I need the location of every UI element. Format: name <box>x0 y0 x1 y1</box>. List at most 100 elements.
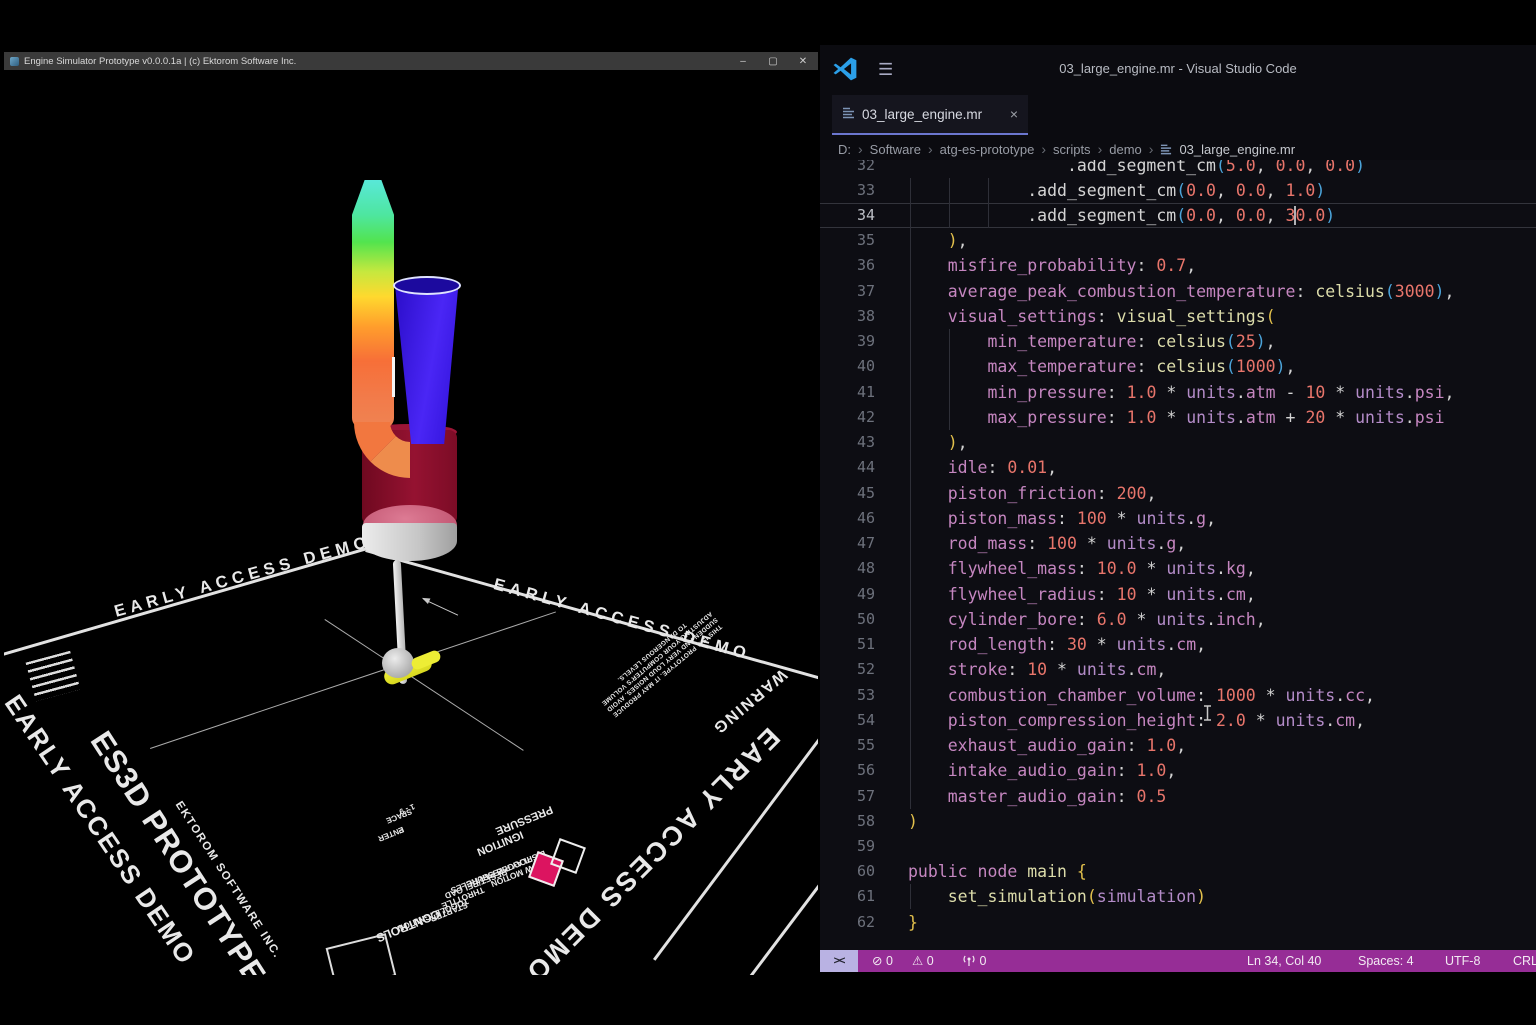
code-line[interactable]: 60public node main { <box>820 859 1536 884</box>
code-line[interactable]: 47 rod_mass: 100 * units.g, <box>820 531 1536 556</box>
line-number: 45 <box>820 481 875 506</box>
status-bar[interactable]: >< ⊘ 0 ⚠ 0 0 Ln 34, Col 40 Spaces: 4 UTF… <box>820 950 1536 972</box>
breadcrumb-item[interactable]: scripts <box>1053 142 1091 157</box>
line-number: 36 <box>820 253 875 278</box>
intake-funnel <box>394 282 460 444</box>
exhaust-pipe-thermal <box>352 180 394 428</box>
code-line[interactable]: 39 min_temperature: celsius(25), <box>820 329 1536 354</box>
floor-warning-title: WARNING <box>708 665 790 737</box>
engine-title: Engine Simulator Prototype v0.0.0.1a | (… <box>24 56 728 67</box>
code-editor[interactable]: 32 .add_segment_cm(5.0, 0.0, 0.0)33 .add… <box>820 160 1536 950</box>
line-number: 52 <box>820 657 875 682</box>
line-number: 32 <box>820 160 875 178</box>
remote-indicator[interactable]: >< <box>820 950 858 972</box>
line-number: 37 <box>820 279 875 304</box>
code-line[interactable]: 53 combustion_chamber_volume: 1000 * uni… <box>820 683 1536 708</box>
code-line[interactable]: 54 piston_compression_height: 2.0 * unit… <box>820 708 1536 733</box>
file-icon <box>842 106 855 122</box>
code-line[interactable]: 42 max_pressure: 1.0 * units.atm + 20 * … <box>820 405 1536 430</box>
code-line[interactable]: 61 set_simulation(simulation) <box>820 884 1536 909</box>
line-number: 49 <box>820 582 875 607</box>
eol-indicator[interactable]: CRLF <box>1513 950 1536 972</box>
code-line[interactable]: 52 stroke: 10 * units.cm, <box>820 657 1536 682</box>
code-line[interactable]: 48 flywheel_mass: 10.0 * units.kg, <box>820 556 1536 581</box>
code-line[interactable]: 32 .add_segment_cm(5.0, 0.0, 0.0) <box>820 160 1536 178</box>
code-line[interactable]: 35 ), <box>820 228 1536 253</box>
line-number: 38 <box>820 304 875 329</box>
floor-axis-arrow-icon <box>422 596 459 617</box>
code-line[interactable]: 34 .add_segment_cm(0.0, 0.0, 30.0) <box>820 203 1536 228</box>
problems-warnings[interactable]: ⚠ 0 <box>912 950 934 972</box>
code-line[interactable]: 50 cylinder_bore: 6.0 * units.inch, <box>820 607 1536 632</box>
line-number: 60 <box>820 859 875 884</box>
code-line[interactable]: 55 exhaust_audio_gain: 1.0, <box>820 733 1536 758</box>
line-number: 58 <box>820 809 875 834</box>
problems-errors[interactable]: ⊘ 0 <box>872 950 893 972</box>
rod-big-end <box>382 648 414 678</box>
tab-label: 03_large_engine.mr <box>862 107 982 122</box>
indent-guide <box>988 178 989 228</box>
pressure-label: PRESSURE <box>494 803 555 837</box>
indentation-indicator[interactable]: Spaces: 4 <box>1358 950 1414 972</box>
line-number: 40 <box>820 354 875 379</box>
close-button[interactable]: ✕ <box>788 56 818 67</box>
breadcrumb-item[interactable]: D: <box>838 142 851 157</box>
crankcase-cylinder <box>362 523 457 561</box>
code-line[interactable]: 37 average_peak_combustion_temperature: … <box>820 279 1536 304</box>
breadcrumb[interactable]: D: › Software › atg-es-prototype › scrip… <box>838 137 1295 161</box>
file-icon <box>1160 143 1172 158</box>
engine-simulator-window: Engine Simulator Prototype v0.0.0.1a | (… <box>4 52 818 975</box>
engine-app-icon <box>10 57 19 66</box>
chevron-right-icon: › <box>1098 141 1103 157</box>
line-number: 43 <box>820 430 875 455</box>
tab-close-icon[interactable]: × <box>1010 106 1018 122</box>
line-number: 47 <box>820 531 875 556</box>
floor-axis-line <box>324 619 523 751</box>
code-line[interactable]: 44 idle: 0.01, <box>820 455 1536 480</box>
line-number: 48 <box>820 556 875 581</box>
intake-funnel-rim <box>393 276 461 295</box>
tab-bar[interactable]: 03_large_engine.mr × <box>820 95 1536 135</box>
code-line[interactable]: 57 master_audio_gain: 0.5 <box>820 784 1536 809</box>
ports-forwarded[interactable]: 0 <box>962 950 986 972</box>
mouse-ibeam-cursor <box>1202 705 1213 725</box>
line-col-indicator[interactable]: Ln 34, Col 40 <box>1247 950 1321 972</box>
encoding-indicator[interactable]: UTF-8 <box>1445 950 1480 972</box>
code-line[interactable]: 45 piston_friction: 200, <box>820 481 1536 506</box>
code-line[interactable]: 46 piston_mass: 100 * units.g, <box>820 506 1536 531</box>
minimize-button[interactable]: – <box>728 56 758 67</box>
indent-guide <box>949 329 950 430</box>
chevron-right-icon: › <box>1149 141 1154 157</box>
engine-titlebar[interactable]: Engine Simulator Prototype v0.0.0.1a | (… <box>4 52 818 70</box>
code-line[interactable]: 51 rod_length: 30 * units.cm, <box>820 632 1536 657</box>
line-number: 33 <box>820 178 875 203</box>
breadcrumb-item[interactable]: Software <box>870 142 921 157</box>
code-line[interactable]: 58) <box>820 809 1536 834</box>
code-line[interactable]: 41 min_pressure: 1.0 * units.atm - 10 * … <box>820 380 1536 405</box>
line-number: 39 <box>820 329 875 354</box>
code-line[interactable]: 49 flywheel_radius: 10 * units.cm, <box>820 582 1536 607</box>
line-number: 51 <box>820 632 875 657</box>
code-line[interactable]: 43 ), <box>820 430 1536 455</box>
breadcrumb-file[interactable]: 03_large_engine.mr <box>1179 142 1295 157</box>
maximize-button[interactable]: ▢ <box>758 56 788 67</box>
line-number: 46 <box>820 506 875 531</box>
breadcrumb-item[interactable]: demo <box>1109 142 1142 157</box>
line-number: 44 <box>820 455 875 480</box>
vscode-titlebar[interactable]: ☰ 03_large_engine.mr - Visual Studio Cod… <box>820 45 1536 95</box>
tab-03-large-engine[interactable]: 03_large_engine.mr × <box>832 95 1028 135</box>
engine-3d-viewport[interactable]: EARLY ACCESS DEMO EARLY ACCESS DEMO EARL… <box>4 70 818 975</box>
breadcrumb-item[interactable]: atg-es-prototype <box>940 142 1035 157</box>
code-line[interactable]: 59 <box>820 834 1536 859</box>
code-line[interactable]: 38 visual_settings: visual_settings( <box>820 304 1536 329</box>
code-line[interactable]: 36 misfire_probability: 0.7, <box>820 253 1536 278</box>
window-title: 03_large_engine.mr - Visual Studio Code <box>820 61 1536 76</box>
code-line[interactable]: 33 .add_segment_cm(0.0, 0.0, 1.0) <box>820 178 1536 203</box>
line-number: 35 <box>820 228 875 253</box>
floor-axis-line <box>150 611 556 749</box>
indent-guide <box>949 178 950 228</box>
line-number: 57 <box>820 784 875 809</box>
code-line[interactable]: 56 intake_audio_gain: 1.0, <box>820 758 1536 783</box>
code-line[interactable]: 40 max_temperature: celsius(1000), <box>820 354 1536 379</box>
code-line[interactable]: 62} <box>820 910 1536 935</box>
